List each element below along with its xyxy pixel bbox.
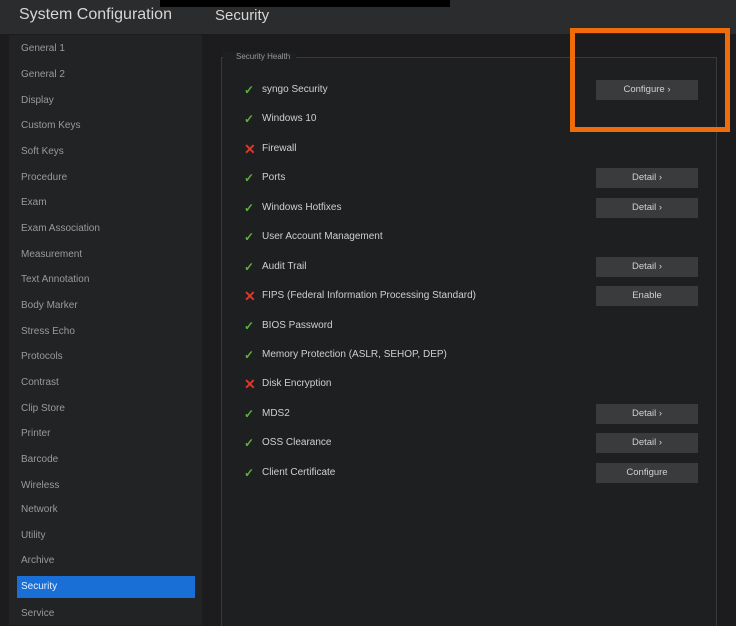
sidebar: General 1 General 2 Display Custom Keys Soft… [9,35,202,625]
sidebar-item-exam-association[interactable]: Exam Association [17,218,195,240]
security-row: ✓ Windows Hotfixes [244,198,341,218]
security-row-label: Windows Hotfixes [262,202,342,213]
sidebar-item-protocols[interactable]: Protocols [17,346,195,368]
app-title: System Configuration [19,6,172,23]
security-row-label: OSS Clearance [262,437,332,448]
security-row: ✕ Disk Encryption [244,374,331,394]
sidebar-item-general-1[interactable]: General 1 [17,38,195,60]
security-row: ✕ FIPS (Federal Information Processing St… [244,286,476,306]
sidebar-item-text-annotation[interactable]: Text Annotation [17,269,195,291]
security-row: ✓ OSS Clearance [244,433,331,453]
sidebar-item-printer[interactable]: Printer [17,423,195,445]
fips-federal-information-processing-standard-button[interactable]: Enable [596,286,698,306]
sidebar-item-body-marker[interactable]: Body Marker [17,295,195,317]
checkmark-icon: ✓ [244,112,255,126]
security-row-label: MDS2 [262,408,290,419]
sidebar-item-contrast[interactable]: Contrast [17,372,195,394]
sidebar-item-clip-store[interactable]: Clip Store [17,398,195,420]
client-certificate-button[interactable]: Configure [596,463,698,483]
security-row-label: Firewall [262,143,297,154]
windows-hotfixes-button[interactable]: Detail › [596,198,698,218]
security-row: ✕ Firewall [244,139,296,159]
checkmark-icon: ✓ [244,407,255,421]
security-row: ✓ User Account Management [244,227,383,247]
security-row-label: FIPS (Federal Information Processing Sta… [262,290,476,301]
security-row: ✓ Memory Protection (ASLR, SEHOP, DEP) [244,345,447,365]
security-row: ✓ Audit Trail [244,257,306,277]
checkmark-icon: ✓ [244,171,255,185]
checkmark-icon: ✓ [244,436,255,450]
security-row-label: Windows 10 [262,113,317,124]
section-label: Security Health [223,52,297,61]
cross-icon: ✕ [244,288,256,304]
checkmark-icon: ✓ [244,466,255,480]
page-title: Security [215,7,270,24]
checkmark-icon: ✓ [244,83,255,97]
sidebar-item-wireless[interactable]: Wireless [17,475,195,497]
checkmark-icon: ✓ [244,348,255,362]
security-row: ✓ MDS2 [244,404,290,424]
security-row: ✓ syngo Security [244,80,328,100]
security-row: ✓ Ports [244,168,285,188]
security-row-label: User Account Management [262,231,383,242]
sidebar-item-soft-keys[interactable]: Soft Keys [17,141,195,163]
sidebar-item-stress-echo[interactable]: Stress Echo [17,321,195,343]
ports-button[interactable]: Detail › [596,168,698,188]
security-row: ✓ Client Certificate [244,463,335,483]
security-row-label: syngo Security [262,84,328,95]
sidebar-item-custom-keys[interactable]: Custom Keys [17,115,195,137]
cross-icon: ✕ [244,376,256,392]
sidebar-item-utility[interactable]: Utility [17,525,195,547]
title-bar: System Configuration Security [0,0,736,34]
checkmark-icon: ✓ [244,201,255,215]
cross-icon: ✕ [244,141,256,157]
syngo-security-button[interactable]: Configure › [596,80,698,100]
sidebar-item-barcode[interactable]: Barcode [17,449,195,471]
security-row-label: Client Certificate [262,467,336,478]
security-row-label: BIOS Password [262,320,333,331]
oss-clearance-button[interactable]: Detail › [596,433,698,453]
security-row-label: Ports [262,172,286,183]
sidebar-item-general-2[interactable]: General 2 [17,64,195,86]
checkmark-icon: ✓ [244,230,255,244]
mds2-button[interactable]: Detail › [596,404,698,424]
security-row-label: Disk Encryption [262,378,332,389]
checkmark-icon: ✓ [244,319,255,333]
checkmark-icon: ✓ [244,260,255,274]
sidebar-item-security[interactable]: Security [17,576,195,598]
security-row-label: Audit Trail [262,261,307,272]
sidebar-item-measurement[interactable]: Measurement [17,244,195,266]
security-row: ✓ Windows 10 [244,109,316,129]
header-black-strip [160,0,450,7]
audit-trail-button[interactable]: Detail › [596,257,698,277]
sidebar-item-service[interactable]: Service [17,603,195,625]
sidebar-item-archive[interactable]: Archive [17,550,195,572]
security-row: ✓ BIOS Password [244,316,333,336]
sidebar-item-exam[interactable]: Exam [17,192,195,214]
sidebar-item-procedure[interactable]: Procedure [17,167,195,189]
sidebar-item-network[interactable]: Network [17,499,195,521]
security-row-label: Memory Protection (ASLR, SEHOP, DEP) [262,349,447,360]
sidebar-item-display[interactable]: Display [17,90,195,112]
